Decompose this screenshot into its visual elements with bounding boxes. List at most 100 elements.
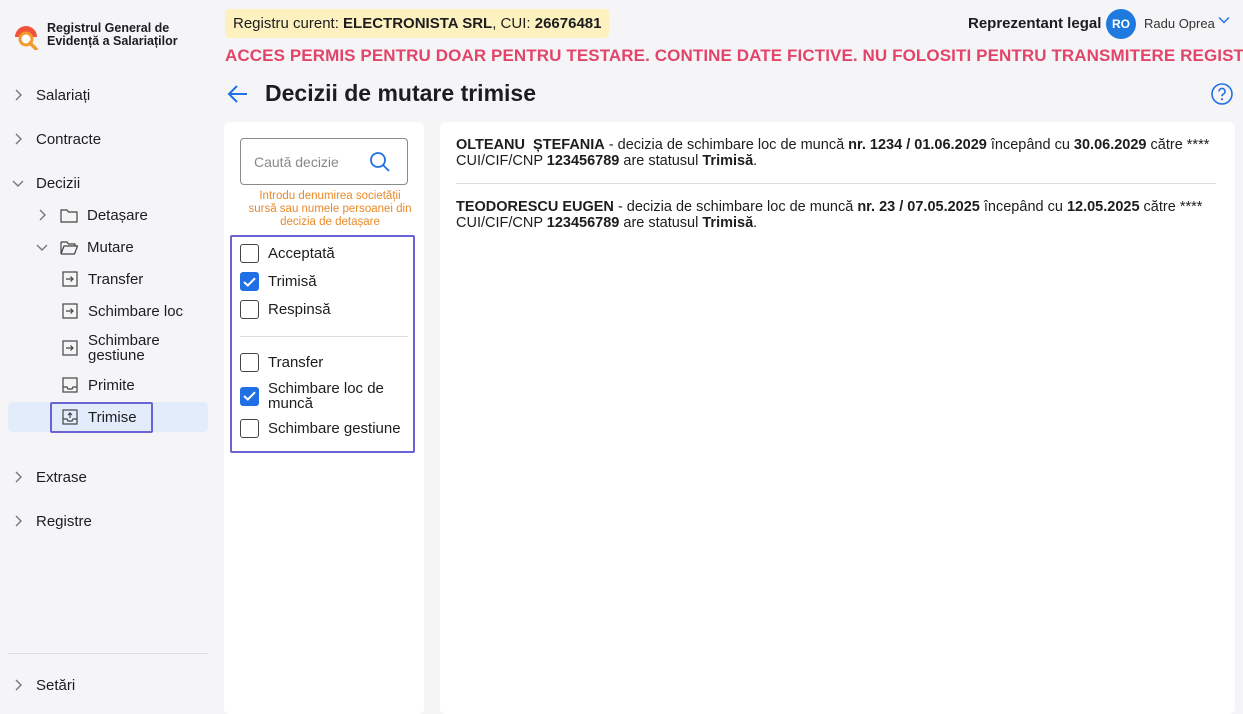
- checkbox-transfer[interactable]: Transfer: [240, 353, 323, 372]
- filter-divider: [240, 336, 408, 337]
- decision-number: nr. 23 / 07.05.2025: [857, 199, 980, 215]
- test-warning-banner: ACCES PERMIS PENTRU DOAR PENTRU TESTARE.…: [225, 46, 1243, 65]
- checkbox-box[interactable]: [240, 386, 259, 406]
- checkbox-schimbare-loc[interactable]: Schimbare loc de muncă: [240, 381, 400, 411]
- result-text: are statusul: [619, 214, 703, 231]
- user-name[interactable]: Radu Oprea: [1144, 16, 1215, 31]
- result-text: .: [753, 152, 758, 169]
- status-value: Trimisă: [702, 152, 754, 169]
- check-icon: [243, 391, 256, 401]
- avatar[interactable]: RO: [1106, 9, 1136, 39]
- checkbox-schimbare-gestiune[interactable]: Schimbare gestiune: [240, 419, 401, 438]
- results-panel: OLTEANU ȘTEFANIA - decizia de schimbare …: [440, 122, 1235, 714]
- check-icon: [243, 276, 256, 287]
- chevron-right-icon: [8, 89, 28, 101]
- list-item[interactable]: OLTEANU ȘTEFANIA - decizia de schimbare …: [456, 137, 1218, 169]
- target-cui: 123456789: [546, 152, 620, 169]
- sidebar-item-label: Schimbare gestiune: [88, 333, 160, 363]
- checkbox-box[interactable]: [240, 300, 259, 319]
- filter-checkbox-group: Acceptată Trimisă Respinsă Transfer Schi…: [230, 235, 415, 453]
- folder-icon: [60, 206, 80, 224]
- sidebar-item-label: Primite: [88, 376, 135, 394]
- result-divider: [456, 183, 1216, 184]
- sidebar-item-label: Setări: [36, 676, 76, 694]
- checkbox-label: Schimbare gestiune: [268, 420, 401, 437]
- search-hint: Introdu denumirea societății sursă sau n…: [248, 190, 412, 228]
- checkbox-box[interactable]: [240, 272, 259, 291]
- search-input[interactable]: [254, 153, 364, 170]
- chevron-right-icon: [8, 679, 28, 691]
- result-text: .: [753, 214, 758, 231]
- app-title: Registrul General de Evidență a Salariaț…: [47, 22, 178, 48]
- registry-cui-prefix: , CUI:: [492, 15, 535, 32]
- checkbox-trimisa[interactable]: Trimisă: [240, 272, 317, 291]
- search-icon[interactable]: [369, 151, 391, 173]
- sidebar-item-extrase[interactable]: Extrase: [8, 462, 208, 492]
- checkbox-box[interactable]: [240, 419, 259, 438]
- sidebar-item-schimbare-loc[interactable]: Schimbare loc: [8, 296, 208, 326]
- chevron-down-icon[interactable]: [1218, 16, 1230, 24]
- sidebar-divider: [8, 653, 208, 654]
- sidebar-item-primite[interactable]: Primite: [8, 370, 208, 400]
- transfer-icon: [62, 339, 80, 357]
- result-text: începând cu: [986, 137, 1074, 153]
- sidebar-item-label: Detașare: [87, 206, 148, 224]
- chevron-right-icon: [8, 133, 28, 145]
- search-field[interactable]: [240, 138, 408, 185]
- result-text: - decizia de schimbare loc de muncă: [604, 137, 849, 153]
- back-arrow-icon[interactable]: [227, 84, 249, 104]
- sidebar-item-schimbare-gestiune[interactable]: Schimbare gestiune: [8, 333, 208, 363]
- checkbox-label: Acceptată: [268, 245, 335, 262]
- sidebar-item-label: Registre: [36, 512, 92, 530]
- chevron-right-icon: [8, 515, 28, 527]
- checkbox-respinsa[interactable]: Respinsă: [240, 300, 331, 319]
- sidebar-item-setari[interactable]: Setări: [8, 670, 208, 700]
- result-text: are statusul: [619, 152, 703, 169]
- result-text: - decizia de schimbare loc de muncă: [613, 199, 858, 215]
- sidebar-item-decizii[interactable]: Decizii: [8, 168, 208, 198]
- sidebar-item-transfer[interactable]: Transfer: [8, 264, 208, 294]
- start-date: 30.06.2029: [1073, 137, 1147, 153]
- checkbox-label: Transfer: [268, 354, 324, 371]
- registry-prefix: Registru curent:: [233, 15, 344, 32]
- sidebar-item-label: Contracte: [36, 130, 102, 148]
- sidebar-item-label: Salariați: [36, 86, 91, 104]
- sidebar-item-label: Transfer: [88, 270, 144, 288]
- sidebar: Registrul General de Evidență a Salariaț…: [0, 0, 216, 714]
- start-date: 12.05.2025: [1066, 199, 1140, 215]
- page-title: Decizii de mutare trimise: [265, 80, 536, 106]
- registry-company: ELECTRONISTA SRL: [343, 15, 493, 32]
- sidebar-item-label: Extrase: [36, 468, 87, 486]
- chevron-down-icon: [32, 243, 52, 251]
- filter-panel: Introdu denumirea societății sursă sau n…: [224, 122, 424, 714]
- sidebar-item-mutare[interactable]: Mutare: [8, 232, 208, 262]
- list-item[interactable]: TEODORESCU EUGEN - decizia de schimbare …: [456, 199, 1218, 231]
- highlight-frame: [50, 402, 153, 433]
- sidebar-item-label: Mutare: [87, 238, 134, 256]
- app-title-line2: Evidență a Salariaților: [47, 34, 178, 48]
- sidebar-item-trimise[interactable]: Trimise: [8, 402, 208, 433]
- help-icon[interactable]: [1211, 83, 1233, 105]
- result-text: începând cu: [979, 199, 1067, 215]
- sidebar-item-registre[interactable]: Registre: [8, 506, 208, 536]
- transfer-icon: [62, 270, 80, 288]
- app-logo[interactable]: Registrul General de Evidență a Salariaț…: [12, 22, 178, 50]
- sidebar-item-contracte[interactable]: Contracte: [8, 124, 208, 154]
- transfer-icon: [62, 302, 80, 320]
- sidebar-item-label: Decizii: [36, 174, 81, 192]
- decision-number: nr. 1234 / 01.06.2029: [848, 137, 987, 153]
- checkbox-label: Respinsă: [268, 301, 331, 318]
- status-value: Trimisă: [702, 214, 754, 231]
- target-cui: 123456789: [546, 214, 620, 231]
- checkbox-acceptata[interactable]: Acceptată: [240, 244, 335, 263]
- checkbox-box[interactable]: [240, 353, 259, 372]
- sidebar-item-detasare[interactable]: Detașare: [8, 200, 208, 230]
- role-label: Reprezentant legal: [968, 15, 1102, 32]
- inbox-icon: [62, 376, 80, 394]
- sidebar-item-salariati[interactable]: Salariați: [8, 80, 208, 110]
- chevron-right-icon: [32, 209, 52, 221]
- checkbox-box[interactable]: [240, 244, 259, 263]
- checkbox-label: Trimisă: [268, 273, 317, 290]
- registry-cui: 26676481: [534, 15, 602, 32]
- employee-name: OLTEANU ȘTEFANIA: [456, 137, 605, 153]
